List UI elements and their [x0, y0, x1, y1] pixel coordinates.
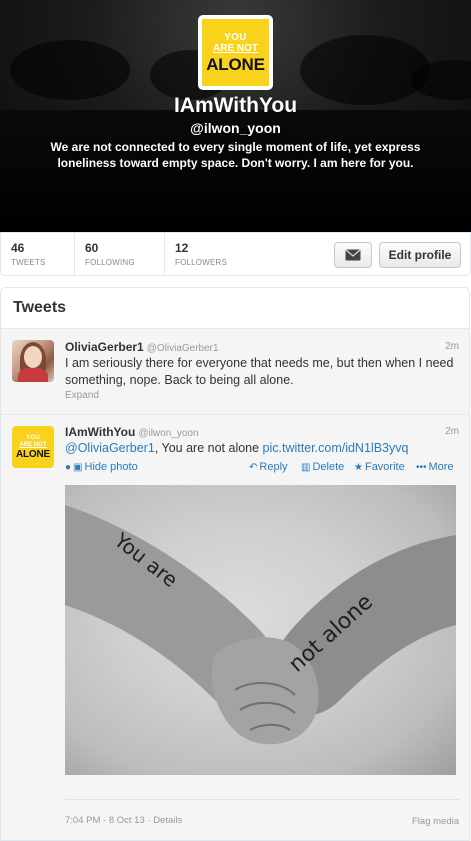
- edit-profile-button[interactable]: Edit profile: [379, 242, 461, 268]
- logo-text-line1: YOU: [224, 31, 247, 43]
- profile-header: YOU ARE NOT ALONE IAmWithYou @ilwon_yoon…: [0, 0, 471, 232]
- stat-count: 12: [175, 241, 189, 255]
- tweet-text: I am seriously there for everyone that n…: [65, 356, 454, 387]
- reply-button[interactable]: ↶ Reply: [249, 461, 288, 473]
- hide-photo-label: Hide photo: [84, 461, 138, 473]
- stat-label: FOLLOWERS: [175, 258, 228, 267]
- delete-button[interactable]: ▥ Delete: [301, 461, 344, 473]
- tweet-item[interactable]: YOU ARE NOT ALONE IAmWithYou @ilwon_yoon …: [1, 415, 469, 840]
- profile-name: IAmWithYou: [173, 94, 298, 117]
- profile-bio: We are not connected to every single mom…: [50, 140, 421, 170]
- photo-icon: ▣: [73, 462, 83, 473]
- stat-followers[interactable]: 12 FOLLOWERS: [164, 233, 254, 275]
- tweets-panel: Tweets OliviaGerber1 @OliviaGerber1 2m I …: [0, 287, 470, 841]
- tweet-author-handle[interactable]: @OliviaGerber1: [147, 343, 219, 354]
- avatar[interactable]: [12, 340, 54, 382]
- tweet-author-handle[interactable]: @ilwon_yoon: [138, 428, 198, 439]
- profile-stats-bar: 46 TWEETS 60 FOLLOWING 12 FOLLOWERS Edit…: [0, 232, 471, 276]
- background-tree: [10, 40, 130, 100]
- logo-text-line3: ALONE: [206, 54, 265, 74]
- tweet-photo[interactable]: You are not alone: [65, 485, 456, 775]
- hide-photo-button[interactable]: ● ▣ Hide photo: [65, 461, 138, 473]
- expand-link[interactable]: Expand: [65, 390, 99, 401]
- holding-hands-illustration: You are not alone: [65, 505, 456, 745]
- tweet-author-name[interactable]: OliviaGerber1: [65, 340, 144, 354]
- tweet-item[interactable]: OliviaGerber1 @OliviaGerber1 2m I am seri…: [1, 329, 469, 415]
- stat-tweets[interactable]: 46 TWEETS: [1, 233, 74, 275]
- tweet-author-name[interactable]: IAmWithYou: [65, 425, 135, 439]
- more-label: More: [428, 461, 454, 473]
- delete-label: Delete: [312, 461, 345, 473]
- tweet-author[interactable]: IAmWithYou @ilwon_yoon: [65, 425, 199, 439]
- logo-text-line1: YOU: [26, 434, 40, 441]
- stat-label: TWEETS: [11, 258, 46, 267]
- stat-following[interactable]: 60 FOLLOWING: [74, 233, 164, 275]
- tweet-footer-meta: 7:04 PM - 8 Oct 13 · Details: [65, 815, 183, 826]
- speech-bubble-icon: ●: [65, 462, 72, 473]
- details-link[interactable]: Details: [153, 815, 182, 826]
- reply-label: Reply: [259, 461, 288, 473]
- logo-text-line3: ALONE: [15, 448, 50, 460]
- favorite-button[interactable]: ★ Favorite: [354, 461, 405, 473]
- logo-text-line2: ARE NOT: [213, 42, 258, 54]
- you-are-not-alone-logo: YOU ARE NOT ALONE: [12, 426, 54, 468]
- profile-avatar[interactable]: YOU ARE NOT ALONE: [198, 15, 273, 90]
- stat-count: 46: [11, 241, 25, 255]
- reply-icon: ↶: [249, 462, 258, 473]
- more-dots-icon: •••: [416, 462, 427, 473]
- divider: [65, 799, 460, 800]
- more-button[interactable]: ••• More: [416, 461, 454, 473]
- flag-media-link[interactable]: Flag media: [412, 816, 459, 827]
- profile-handle[interactable]: @ilwon_yoon: [0, 120, 471, 136]
- stat-label: FOLLOWING: [85, 258, 135, 267]
- avatar[interactable]: YOU ARE NOT ALONE: [12, 426, 54, 468]
- tweet-text: @OliviaGerber1, You are not alone pic.tw…: [65, 440, 460, 457]
- you-are-not-alone-logo: YOU ARE NOT ALONE: [202, 19, 269, 86]
- tweet-body: , You are not alone: [154, 441, 263, 455]
- tweet-timestamp[interactable]: 2m: [445, 341, 459, 352]
- star-icon: ★: [354, 462, 363, 473]
- photo-link[interactable]: pic.twitter.com/idN1lB3yvq: [263, 441, 409, 455]
- stat-count: 60: [85, 241, 99, 255]
- envelope-icon: [345, 249, 361, 261]
- mention-link[interactable]: @OliviaGerber1: [65, 441, 155, 455]
- direct-message-button[interactable]: [334, 242, 372, 268]
- tweet-full-timestamp[interactable]: 7:04 PM - 8 Oct 13: [65, 815, 145, 826]
- favorite-label: Favorite: [364, 461, 405, 473]
- tweet-timestamp[interactable]: 2m: [445, 426, 459, 437]
- tweets-heading: Tweets: [1, 288, 469, 329]
- trash-icon: ▥: [301, 462, 311, 473]
- logo-text-line2: ARE NOT: [19, 441, 47, 448]
- tweet-author[interactable]: OliviaGerber1 @OliviaGerber1: [65, 340, 219, 354]
- tweet-actions: ● ▣ Hide photo ↶ Reply ▥ Delete ★ Favorite ••…: [65, 461, 460, 475]
